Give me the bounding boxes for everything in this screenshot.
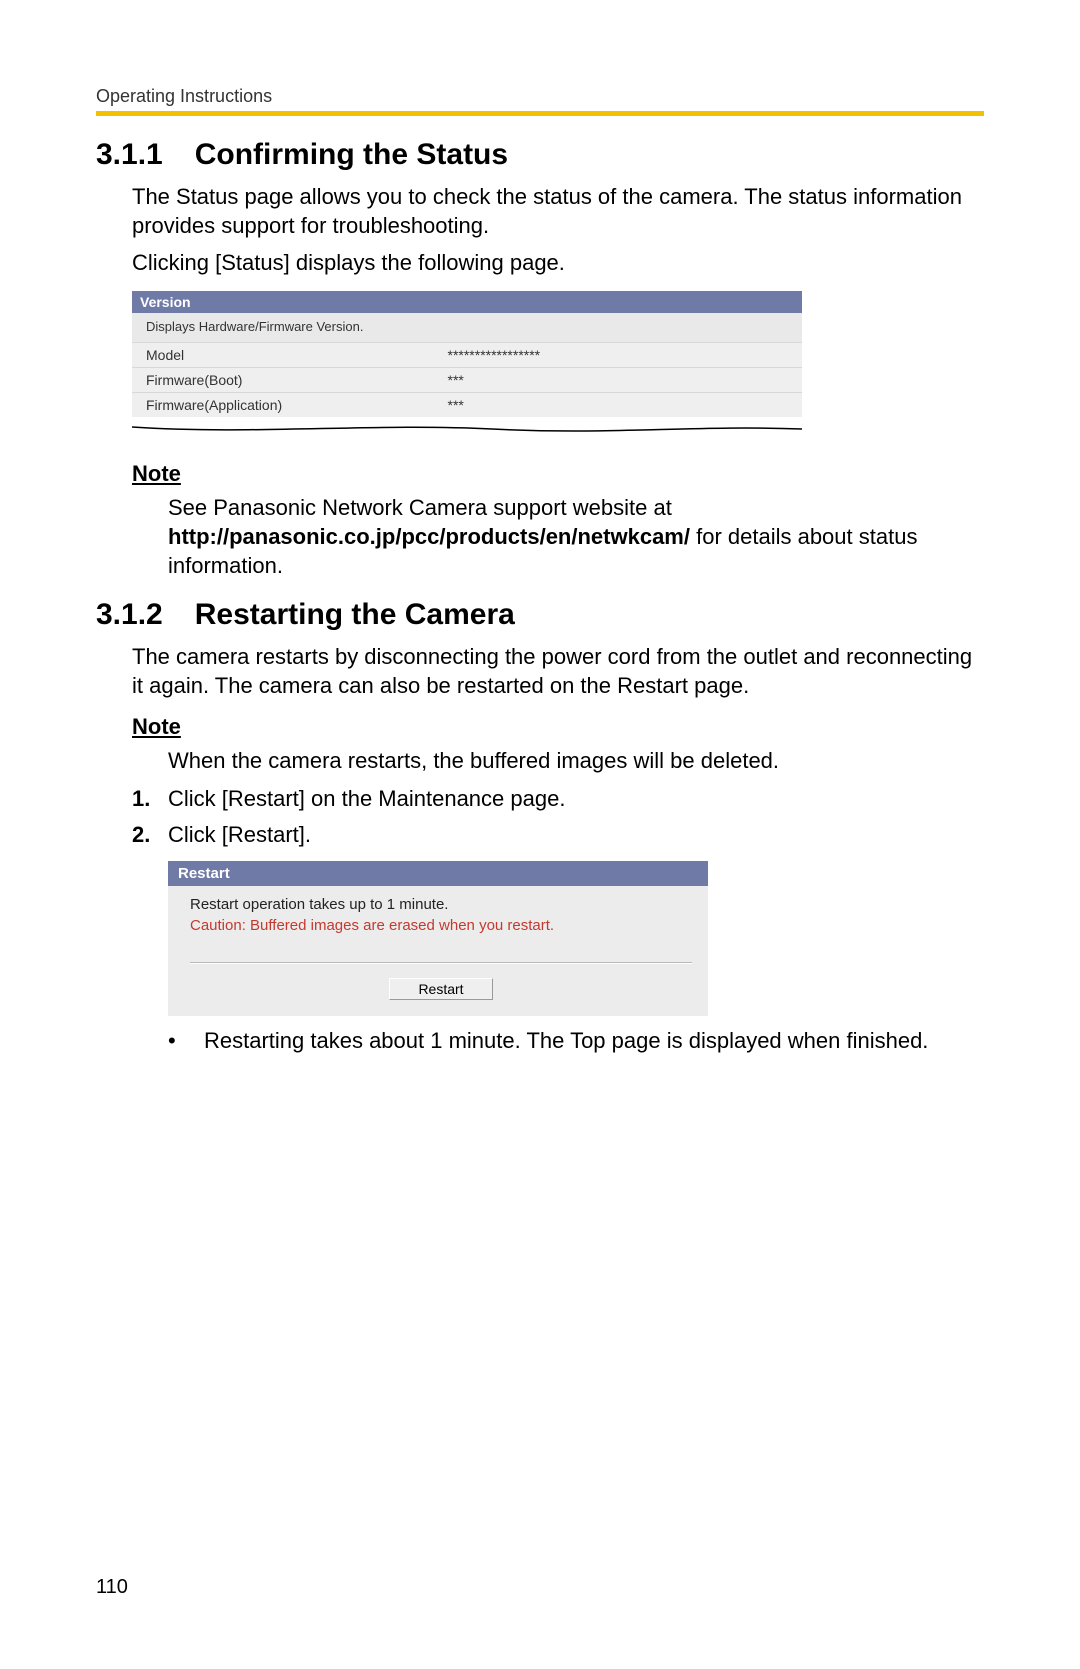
page-number: 110 [96,1576,128,1599]
section-title: Restarting the Camera [195,598,515,631]
steps-list: 1. Click [Restart] on the Maintenance pa… [96,783,984,851]
row-value: *** [434,393,803,418]
status-panel-desc: Displays Hardware/Firmware Version. [132,313,802,342]
table-row: Firmware(Application) *** [132,393,802,418]
table-row: Firmware(Boot) *** [132,368,802,393]
restart-caution-text: Caution: Buffered images are erased when… [190,917,692,934]
running-head: Operating Instructions [96,86,984,107]
bullet-item: • Restarting takes about 1 minute. The T… [96,1026,984,1055]
section-3-1-1-para-1: The Status page allows you to check the … [96,182,984,240]
bullet-icon: • [168,1026,204,1055]
restart-screenshot: Restart Restart operation takes up to 1 … [168,861,708,1016]
section-3-1-1-heading: 3.1.1 Confirming the Status [96,138,984,172]
header-rule [96,111,984,116]
note-1-pre: See Panasonic Network Camera support web… [168,495,672,520]
row-label: Firmware(Boot) [132,368,434,393]
note-heading: Note [132,714,984,740]
restart-info-text: Restart operation takes up to 1 minute. [190,896,692,913]
note-2-body: When the camera restarts, the buffered i… [96,746,984,775]
row-value: ***************** [434,343,803,368]
status-table: Model ***************** Firmware(Boot) *… [132,342,802,417]
status-panel-title: Version [132,291,802,313]
row-label: Model [132,343,434,368]
bullet-text: Restarting takes about 1 minute. The Top… [204,1026,928,1055]
section-3-1-2-heading: 3.1.2 Restarting the Camera [96,598,984,632]
row-value: *** [434,368,803,393]
step-number: 1. [132,783,168,815]
section-3-1-1-para-2: Clicking [Status] displays the following… [96,248,984,277]
restart-panel-title: Restart [168,861,708,886]
note-1-body: See Panasonic Network Camera support web… [96,493,984,580]
status-screenshot: Version Displays Hardware/Firmware Versi… [132,291,802,417]
list-item: 1. Click [Restart] on the Maintenance pa… [132,783,984,815]
step-number: 2. [132,819,168,851]
divider [190,962,692,964]
table-row: Model ***************** [132,343,802,368]
section-number: 3.1.2 [96,598,163,632]
section-title: Confirming the Status [195,138,508,171]
torn-edge-icon [132,423,802,437]
section-number: 3.1.1 [96,138,163,172]
restart-button[interactable]: Restart [389,978,492,1000]
note-1-url: http://panasonic.co.jp/pcc/products/en/n… [168,524,690,549]
row-label: Firmware(Application) [132,393,434,418]
step-text: Click [Restart]. [168,819,311,851]
manual-page: Operating Instructions 3.1.1 Confirming t… [0,0,1080,1095]
note-heading: Note [132,461,984,487]
section-3-1-2-para-1: The camera restarts by disconnecting the… [96,642,984,700]
step-text: Click [Restart] on the Maintenance page. [168,783,565,815]
list-item: 2. Click [Restart]. [132,819,984,851]
